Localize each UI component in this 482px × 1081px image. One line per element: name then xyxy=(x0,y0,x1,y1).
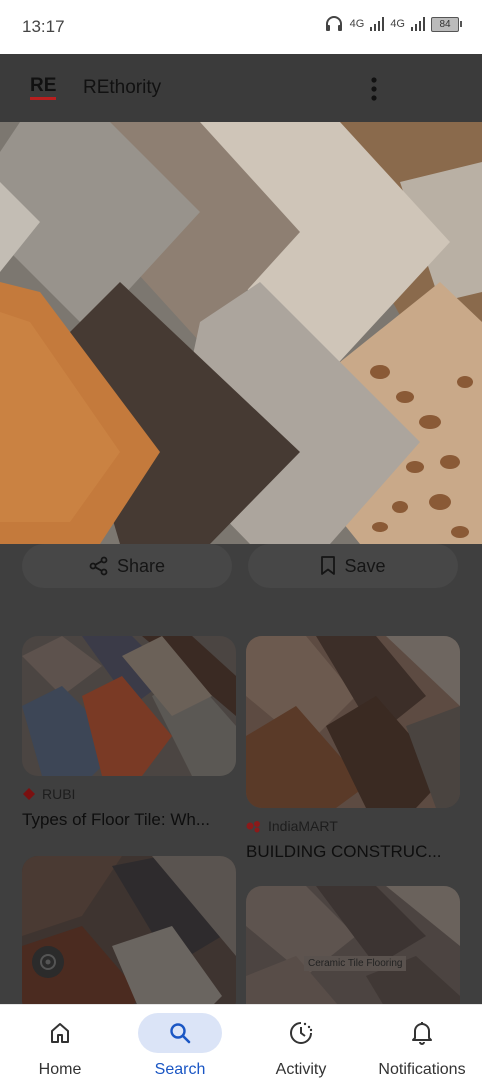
activity-icon xyxy=(290,1022,313,1044)
status-bar: 13:17 4G 4G 84 xyxy=(0,0,482,54)
save-label: Save xyxy=(344,555,386,576)
result-source-label-1: RUBI xyxy=(42,786,76,802)
site-name[interactable]: REthority xyxy=(83,77,161,99)
indiamart-logo-icon xyxy=(246,821,260,833)
nav-notifications[interactable]: Notifications xyxy=(362,1005,482,1081)
status-time: 13:17 xyxy=(22,17,65,36)
bottom-navigation: Home Search Activity Notifications xyxy=(0,1004,482,1081)
result-title-1[interactable]: Types of Floor Tile: Wh... xyxy=(22,810,210,830)
network-label-1: 4G xyxy=(349,18,365,30)
hero-image[interactable] xyxy=(0,122,482,544)
share-label: Share xyxy=(116,555,166,576)
result-image-3[interactable] xyxy=(22,856,236,1004)
nav-home-label: Home xyxy=(38,1061,82,1078)
battery-icon: 84 xyxy=(431,16,462,32)
save-button[interactable]: Save xyxy=(248,544,458,588)
signal-icon-2 xyxy=(411,17,425,31)
pin-actions: Share Save xyxy=(0,544,482,606)
result-source-label-2: IndiaMART xyxy=(268,818,338,834)
home-icon xyxy=(51,1023,69,1043)
herringbone-tile-photo xyxy=(22,636,236,776)
nav-notifications-label: Notifications xyxy=(378,1061,466,1078)
bookmark-icon xyxy=(321,556,336,575)
share-icon xyxy=(89,556,108,576)
app-header: RE REthority xyxy=(0,54,482,122)
tile-samples-photo xyxy=(0,122,482,544)
marble-tile-photo xyxy=(246,636,460,808)
bell-icon xyxy=(412,1022,432,1045)
result-title-2[interactable]: BUILDING CONSTRUC... xyxy=(246,842,442,862)
result-image-1[interactable] xyxy=(22,636,236,776)
rubi-logo-icon xyxy=(23,788,35,800)
result-overlay-label-4: Ceramic Tile Flooring xyxy=(304,956,407,971)
nav-search[interactable]: Search xyxy=(120,1005,240,1081)
status-icons: 4G 4G 84 xyxy=(324,16,462,32)
more-vert-icon[interactable] xyxy=(370,76,378,102)
nav-activity-label: Activity xyxy=(275,1061,327,1078)
headphones-icon xyxy=(325,16,342,31)
result-source-2[interactable]: IndiaMART xyxy=(246,818,338,834)
nav-activity[interactable]: Activity xyxy=(241,1005,361,1081)
result-source-1[interactable]: RUBI xyxy=(22,786,75,802)
search-icon xyxy=(170,1023,191,1044)
battery-level: 84 xyxy=(431,16,459,32)
site-logo[interactable]: RE xyxy=(30,76,57,100)
result-image-4[interactable]: Ceramic Tile Flooring xyxy=(246,886,460,1004)
ceramic-tile-photo xyxy=(246,886,460,1004)
result-image-2[interactable] xyxy=(246,636,460,808)
nav-search-label: Search xyxy=(154,1061,206,1078)
lens-icon[interactable] xyxy=(38,952,58,972)
signal-icon xyxy=(370,17,385,31)
nav-home[interactable]: Home xyxy=(0,1005,120,1081)
network-label-2: 4G xyxy=(390,18,405,30)
share-button[interactable]: Share xyxy=(22,544,232,588)
related-results: RUBI Types of Floor Tile: Wh... IndiaMAR… xyxy=(0,606,482,1004)
stone-tile-photo xyxy=(22,856,236,1004)
